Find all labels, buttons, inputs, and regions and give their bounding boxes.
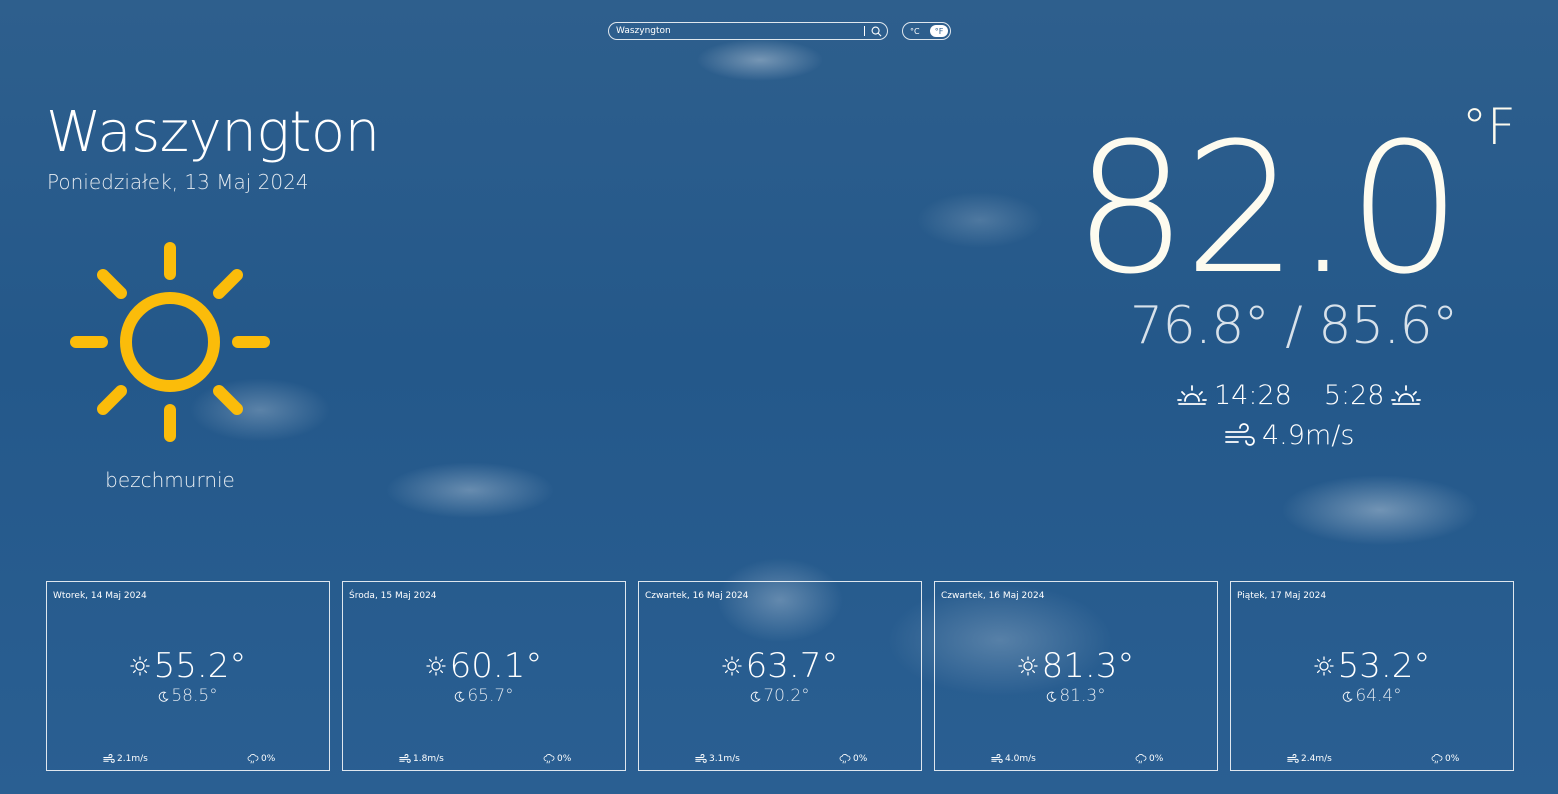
night-temp-value: 70.2° — [763, 686, 810, 706]
rain-value: 0% — [557, 754, 572, 764]
current-date: Poniedziałek, 13 Maj 2024 — [47, 170, 309, 194]
wind-value: 2.4m/s — [1301, 754, 1332, 764]
wind-icon — [399, 754, 411, 763]
city-name: Waszyngton — [46, 100, 380, 165]
moon-icon — [455, 691, 465, 702]
rain-value: 0% — [853, 754, 868, 764]
fahrenheit-option[interactable]: °F — [930, 25, 948, 37]
moon-icon — [1047, 691, 1057, 702]
wind-value: 1.8m/s — [413, 754, 444, 764]
forecast-wind: 4.0m/s — [991, 754, 1036, 764]
sun-icon — [425, 656, 446, 676]
current-temperature: 82.0 — [1073, 105, 1462, 314]
sunrise-icon — [1177, 384, 1207, 405]
rain-value: 0% — [261, 754, 276, 764]
rain-value: 0% — [1149, 754, 1164, 764]
day-temp-value: 63.7° — [745, 646, 839, 686]
sunset-time: 5:28 — [1323, 380, 1385, 411]
rain-cloud-icon — [1431, 754, 1443, 764]
night-temp-value: 58.5° — [171, 686, 218, 706]
forecast-day-temp: 55.2° — [47, 646, 329, 686]
forecast-night-temp: 64.4° — [1231, 686, 1513, 706]
forecast-night-temp: 65.7° — [343, 686, 625, 706]
forecast-rain: 0% — [1431, 754, 1459, 764]
day-temp-value: 81.3° — [1041, 646, 1135, 686]
wind-speed-value: 4.9m/s — [1262, 420, 1355, 451]
search-icon[interactable] — [869, 24, 883, 38]
forecast-day-temp: 60.1° — [343, 646, 625, 686]
forecast-card[interactable]: Piątek, 17 Maj 2024 53.2° 64.4° 2.4m/s 0… — [1230, 581, 1514, 771]
search-input[interactable] — [609, 24, 864, 38]
night-temp-value: 64.4° — [1355, 686, 1402, 706]
wind-icon — [103, 754, 115, 763]
forecast-night-temp: 58.5° — [47, 686, 329, 706]
moon-icon — [1343, 691, 1353, 702]
sun-icon — [70, 242, 270, 442]
night-temp-value: 81.3° — [1059, 686, 1106, 706]
weather-condition: bezchmurnie — [105, 468, 235, 492]
wind-icon — [1287, 754, 1299, 763]
wind-icon — [991, 754, 1003, 763]
rain-cloud-icon — [247, 754, 259, 764]
moon-icon — [159, 691, 169, 702]
rain-value: 0% — [1445, 754, 1460, 764]
forecast-rain: 0% — [1135, 754, 1163, 764]
forecast-date: Czwartek, 16 Maj 2024 — [645, 591, 749, 601]
forecast-day-temp: 63.7° — [639, 646, 921, 686]
forecast-card[interactable]: Czwartek, 16 Maj 2024 81.3° 81.3° 4.0m/s… — [934, 581, 1218, 771]
forecast-rain: 0% — [543, 754, 571, 764]
wind-value: 3.1m/s — [709, 754, 740, 764]
day-temp-value: 53.2° — [1337, 646, 1431, 686]
sun-icon — [1017, 656, 1038, 676]
sun-times: 14:28 5:28 — [1176, 380, 1422, 411]
forecast-day-temp: 53.2° — [1231, 646, 1513, 686]
forecast-date: Wtorek, 14 Maj 2024 — [53, 591, 147, 601]
forecast-wind: 2.1m/s — [103, 754, 148, 764]
wind-value: 2.1m/s — [117, 754, 148, 764]
forecast-card[interactable]: Wtorek, 14 Maj 2024 55.2° 58.5° 2.1m/s 0… — [46, 581, 330, 771]
forecast-wind: 2.4m/s — [1287, 754, 1332, 764]
sunset-icon — [1391, 384, 1422, 405]
day-temp-value: 55.2° — [153, 646, 247, 686]
forecast-rain: 0% — [247, 754, 275, 764]
search-bar[interactable] — [608, 22, 888, 40]
rain-cloud-icon — [543, 754, 555, 764]
sun-icon — [1313, 656, 1334, 676]
rain-cloud-icon — [1135, 754, 1147, 764]
forecast-night-temp: 81.3° — [935, 686, 1217, 706]
night-temp-value: 65.7° — [467, 686, 514, 706]
forecast-date: Środa, 15 Maj 2024 — [349, 591, 437, 601]
forecast-card[interactable]: Czwartek, 16 Maj 2024 63.7° 70.2° 3.1m/s… — [638, 581, 922, 771]
sunrise-time: 14:28 — [1214, 380, 1292, 411]
rain-cloud-icon — [839, 754, 851, 764]
forecast-wind: 3.1m/s — [695, 754, 740, 764]
wind-icon — [695, 754, 707, 763]
forecast-date: Piątek, 17 Maj 2024 — [1237, 591, 1327, 601]
forecast-day-temp: 81.3° — [935, 646, 1217, 686]
unit-toggle[interactable]: °C °F — [902, 22, 951, 40]
temperature-unit: °F — [1462, 98, 1516, 156]
forecast-card[interactable]: Środa, 15 Maj 2024 60.1° 65.7° 1.8m/s 0% — [342, 581, 626, 771]
sun-icon — [129, 656, 150, 676]
celsius-option[interactable]: °C — [910, 27, 920, 36]
wind-value: 4.0m/s — [1005, 754, 1036, 764]
wind-icon — [1225, 422, 1255, 446]
day-temp-value: 60.1° — [449, 646, 543, 686]
min-max-temperature: 76.8° / 85.6° — [1130, 296, 1458, 356]
forecast-date: Czwartek, 16 Maj 2024 — [941, 591, 1045, 601]
wind-speed: 4.9m/s — [1224, 420, 1354, 451]
search-divider — [864, 26, 865, 36]
forecast-night-temp: 70.2° — [639, 686, 921, 706]
forecast-rain: 0% — [839, 754, 867, 764]
forecast-wind: 1.8m/s — [399, 754, 444, 764]
moon-icon — [751, 691, 761, 702]
sun-icon — [721, 656, 742, 676]
